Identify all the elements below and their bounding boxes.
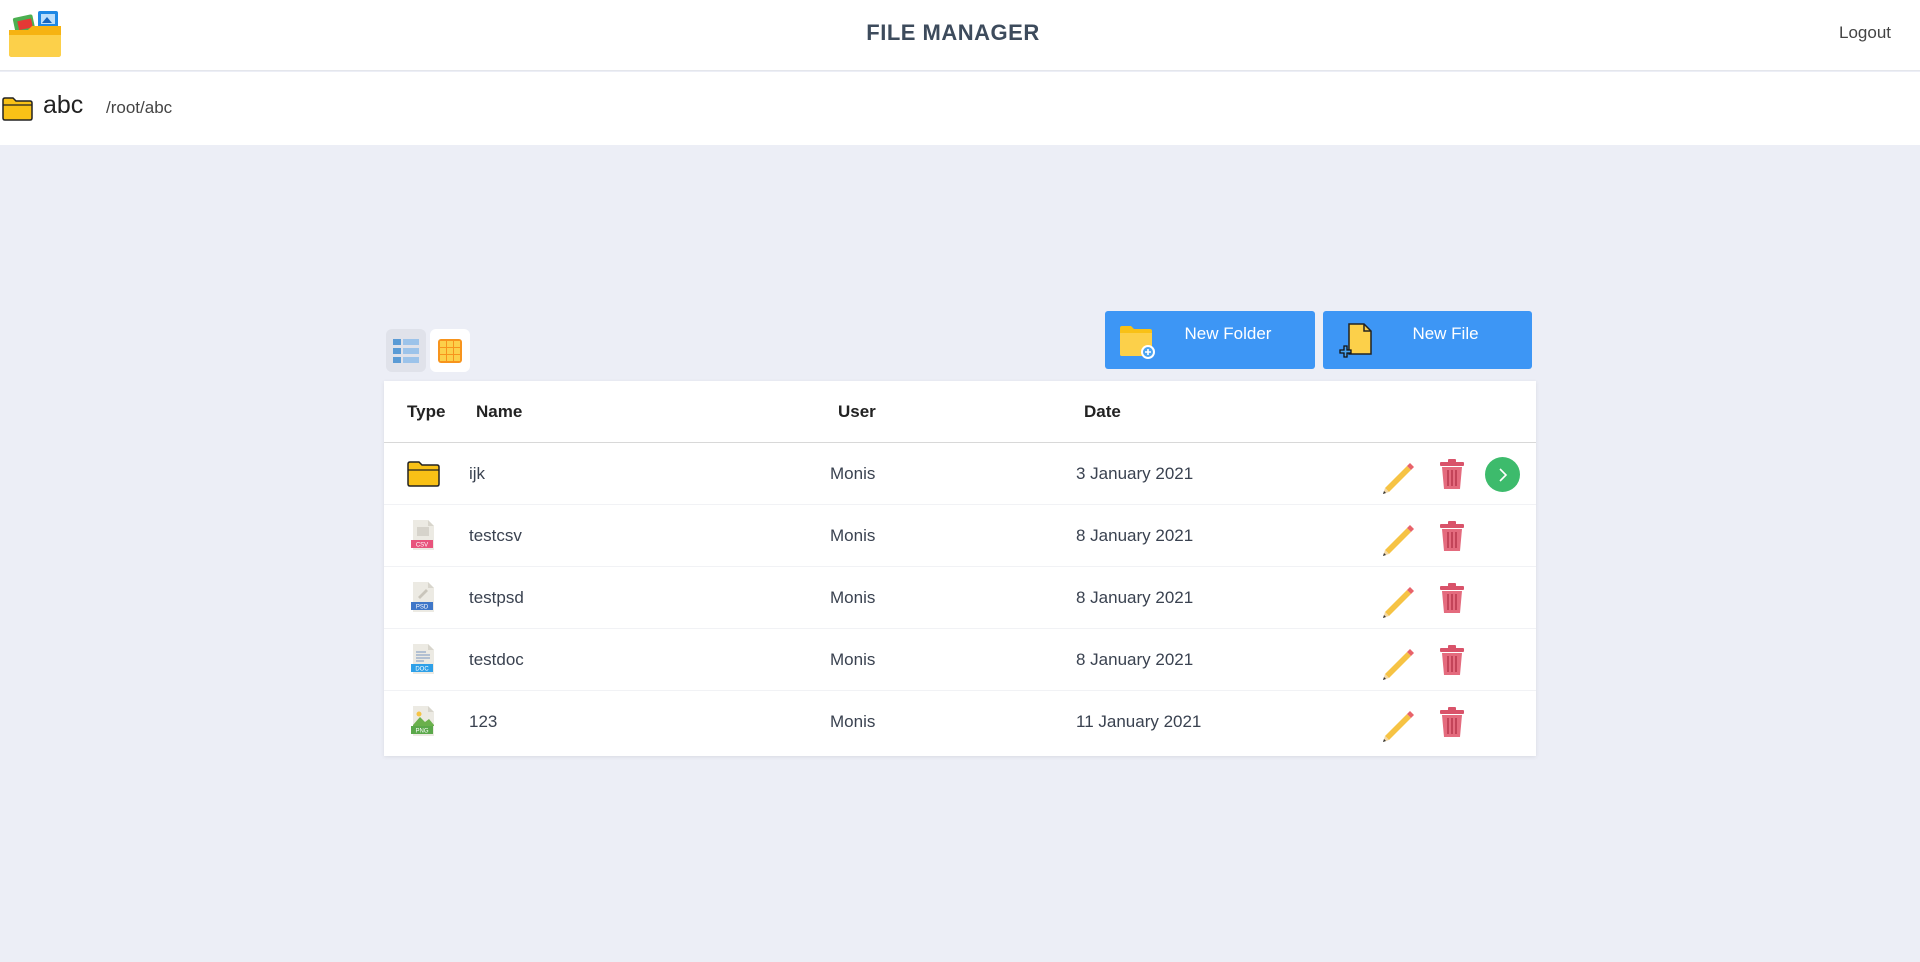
current-folder-name: abc	[43, 91, 84, 119]
open-folder-button[interactable]	[1485, 457, 1520, 492]
file-date: 8 January 2021	[1076, 526, 1194, 545]
file-table: Type Name User Date ijk Monis 3 January …	[384, 381, 1536, 756]
table-row[interactable]: PSD testpsd Monis 8 January 2021	[384, 567, 1536, 629]
pencil-icon[interactable]	[1379, 642, 1417, 680]
file-date: 11 January 2021	[1076, 712, 1202, 731]
file-name[interactable]: testpsd	[469, 588, 524, 608]
svg-text:DOC: DOC	[415, 667, 429, 673]
psd-file-icon: PSD	[406, 580, 440, 614]
chevron-right-icon	[1498, 467, 1507, 482]
file-user: Monis	[830, 588, 876, 607]
table-row[interactable]: PNG 123 Monis 11 January 2021	[384, 691, 1536, 753]
file-name[interactable]: testcsv	[469, 526, 522, 546]
new-file-button[interactable]: New File	[1323, 311, 1532, 369]
new-folder-button[interactable]: New Folder	[1105, 311, 1315, 369]
table-row[interactable]: CSV testcsv Monis 8 January 2021	[384, 505, 1536, 567]
app-title: FILE MANAGER	[866, 20, 1040, 45]
file-name[interactable]: testdoc	[469, 650, 524, 670]
table-row[interactable]: DOC testdoc Monis 8 January 2021	[384, 629, 1536, 691]
top-bar: FILE MANAGER Logout	[0, 0, 1920, 71]
column-header-type[interactable]: Type	[407, 402, 445, 422]
folder-icon	[406, 456, 440, 490]
path-bar: abc /root/abc	[0, 72, 1920, 145]
grid-view-icon	[438, 338, 462, 363]
trash-icon[interactable]	[1438, 706, 1466, 738]
file-date: 3 January 2021	[1076, 464, 1194, 483]
current-folder-path: /root/abc	[106, 98, 173, 117]
grid-view-toggle[interactable]	[430, 329, 470, 372]
file-date: 8 January 2021	[1076, 650, 1194, 669]
table-header: Type Name User Date	[384, 381, 1536, 443]
file-date: 8 January 2021	[1076, 588, 1194, 607]
trash-icon[interactable]	[1438, 644, 1466, 676]
pencil-icon[interactable]	[1379, 580, 1417, 618]
new-folder-label: New Folder	[1184, 324, 1272, 343]
svg-text:PNG: PNG	[415, 729, 428, 735]
trash-icon[interactable]	[1438, 458, 1466, 490]
svg-text:CSV: CSV	[416, 543, 428, 549]
csv-file-icon: CSV	[406, 518, 440, 552]
doc-file-icon: DOC	[406, 642, 440, 676]
folder-icon	[2, 97, 33, 121]
column-header-name[interactable]: Name	[476, 402, 522, 422]
pencil-icon[interactable]	[1379, 456, 1417, 494]
list-view-toggle[interactable]	[386, 329, 426, 372]
new-file-label: New File	[1412, 324, 1479, 343]
svg-text:PSD: PSD	[416, 605, 429, 611]
file-user: Monis	[830, 464, 876, 483]
file-name[interactable]: 123	[469, 712, 497, 732]
column-header-user[interactable]: User	[838, 402, 876, 422]
file-name[interactable]: ijk	[469, 464, 485, 484]
column-header-date[interactable]: Date	[1084, 402, 1121, 422]
pencil-icon[interactable]	[1379, 704, 1417, 742]
table-row[interactable]: ijk Monis 3 January 2021	[384, 443, 1536, 505]
file-user: Monis	[830, 526, 876, 545]
file-user: Monis	[830, 712, 876, 731]
png-file-icon: PNG	[406, 704, 440, 738]
logout-link[interactable]: Logout	[1839, 23, 1891, 43]
list-view-icon	[393, 338, 419, 363]
pencil-icon[interactable]	[1379, 518, 1417, 556]
trash-icon[interactable]	[1438, 520, 1466, 552]
file-user: Monis	[830, 650, 876, 669]
trash-icon[interactable]	[1438, 582, 1466, 614]
